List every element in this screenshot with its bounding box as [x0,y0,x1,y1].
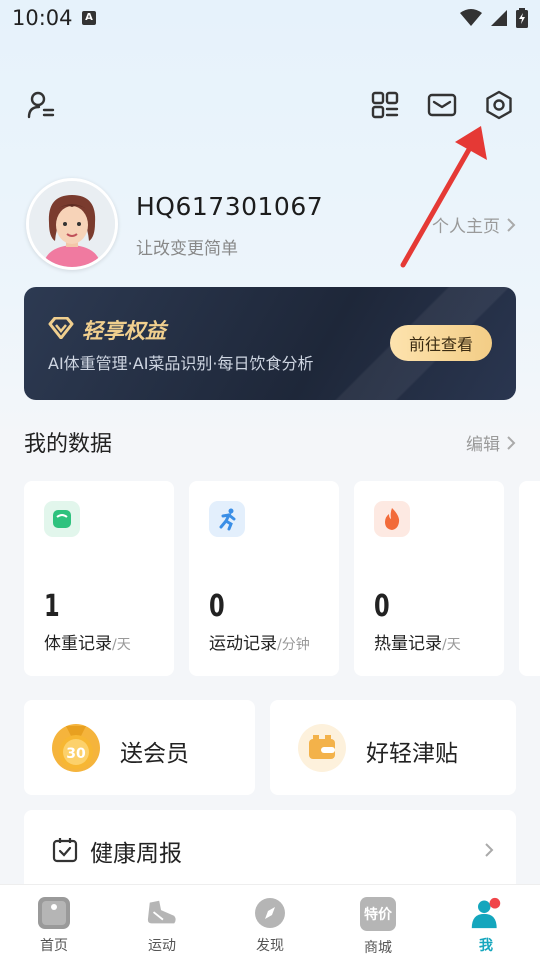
weight-record-card[interactable]: 1 体重记录/天 [24,481,174,676]
signal-icon [491,10,507,26]
status-time: 10:04 [12,6,73,30]
running-icon [209,501,245,537]
edit-label: 编辑 [466,435,500,455]
calorie-record-label: 热量记录/天 [374,634,461,654]
banner-description: AI体重管理·AI菜品识别·每日饮食分析 [48,354,314,373]
calorie-record-value: 0 [374,589,390,624]
view-benefits-button[interactable]: 前往查看 [390,325,492,361]
membership-banner[interactable]: 轻享权益 AI体重管理·AI菜品识别·每日饮食分析 前往查看 [24,287,516,400]
next-card-peek[interactable] [519,481,540,676]
wallet-icon [298,724,346,772]
annotation-arrow [400,126,487,268]
tab-sport[interactable]: 运动 [108,885,216,961]
tab-home[interactable]: 首页 [0,885,108,961]
exercise-record-label: 运动记录/分钟 [209,634,310,654]
avatar[interactable] [26,178,118,270]
gift-membership-label: 送会员 [120,741,189,767]
switch-account-icon[interactable] [24,88,58,122]
shoe-icon [146,897,178,929]
tab-shop[interactable]: 特价 商城 [324,885,432,961]
compass-icon [254,897,286,929]
medal-30-icon: 30 [52,724,100,772]
tab-me[interactable]: 我 [432,885,540,961]
weekly-report-label: 健康周报 [90,841,182,867]
profile-home-label: 个人主页 [432,217,500,237]
exercise-record-card[interactable]: 0 运动记录/分钟 [189,481,339,676]
status-icons [460,8,528,28]
tab-shop-label: 商城 [364,940,392,956]
allowance-tile[interactable]: 好轻津贴 [270,700,516,795]
chevron-right-icon [485,843,494,857]
battery-icon [516,8,528,28]
svg-text:30: 30 [66,746,86,762]
allowance-label: 好轻津贴 [366,741,458,767]
diamond-icon [48,317,74,339]
gift-membership-tile[interactable]: 30 送会员 [24,700,255,795]
weight-record-value: 1 [44,589,60,624]
profile-subtitle: 让改变更简单 [136,239,238,259]
tab-discover-label: 发现 [256,938,284,954]
weight-record-label: 体重记录/天 [44,634,131,654]
shop-icon: 特价 [360,897,396,931]
notification-icon: A [82,11,96,25]
mail-icon[interactable] [425,88,459,122]
wifi-icon [460,9,482,26]
calendar-check-icon [52,838,78,863]
my-data-title: 我的数据 [24,432,113,457]
tab-home-label: 首页 [40,938,68,954]
tab-me-label: 我 [479,938,493,954]
calorie-record-card[interactable]: 0 热量记录/天 [354,481,504,676]
username: HQ617301067 [136,192,324,221]
edit-data-link[interactable]: 编辑 [466,430,516,455]
chevron-right-icon [507,435,516,450]
tab-sport-label: 运动 [148,938,176,954]
weekly-report-row[interactable]: 健康周报 [24,810,516,890]
tab-discover[interactable]: 发现 [216,885,324,961]
qr-code-icon[interactable] [368,88,402,122]
profile-home-link[interactable]: 个人主页 [432,212,516,237]
profile-icon [470,897,502,929]
scale-icon [44,501,80,537]
settings-icon[interactable] [482,88,516,122]
banner-title: 轻享权益 [82,319,166,343]
flame-icon [374,501,410,537]
home-icon [38,897,70,929]
chevron-right-icon [507,217,516,232]
bottom-tab-bar: 首页 运动 发现 特价 商城 我 [0,884,540,961]
exercise-record-value: 0 [209,589,225,624]
